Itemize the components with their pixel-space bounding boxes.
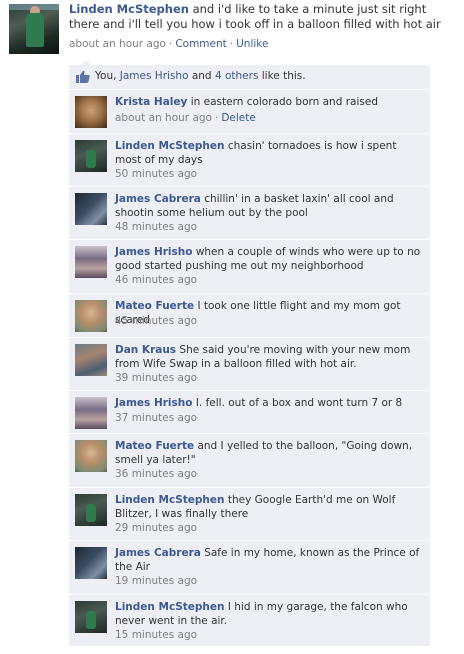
comment-item: James Cabrera chillin' in a basket laxin…: [69, 187, 430, 240]
unlike-link[interactable]: Unlike: [236, 38, 268, 50]
comment-item: Mateo Fuerte I took one little flight an…: [69, 294, 430, 338]
comment-meta: about an hour ago · Delete: [115, 112, 256, 124]
commenter-avatar[interactable]: [75, 344, 107, 376]
likes-text: You, James Hrisho and 4 others like this…: [95, 70, 306, 82]
commenter-name-link[interactable]: Linden McStephen: [115, 494, 225, 506]
likes-and: and: [191, 70, 212, 82]
comment-text: Linden McStephen chasin' tornadoes is ho…: [115, 140, 421, 167]
comment-time: 19 minutes ago: [115, 575, 198, 587]
comment-text: Mateo Fuerte and I yelled to the balloon…: [115, 440, 421, 467]
commenter-avatar[interactable]: [75, 397, 107, 429]
comment-time: about an hour ago: [115, 112, 212, 124]
comment-item: James Hrisho when a couple of winds who …: [69, 240, 430, 294]
commenter-avatar[interactable]: [75, 246, 107, 278]
commenter-name-link[interactable]: Linden McStephen: [115, 601, 225, 613]
post-meta: about an hour ago · Comment · Unlike: [69, 38, 268, 50]
commenter-name-link[interactable]: Krista Haley: [115, 96, 187, 108]
commenter-avatar[interactable]: [75, 601, 107, 633]
commenter-name-link[interactable]: Mateo Fuerte: [115, 300, 194, 312]
post-author-link[interactable]: Linden McStephen: [69, 2, 189, 16]
feedback-area: You, James Hrisho and 4 others like this…: [69, 60, 430, 647]
meta-separator: ·: [214, 112, 219, 124]
comment-text: Linden McStephen they Google Earth'd me …: [115, 494, 421, 521]
comment-text: James Cabrera chillin' in a basket laxin…: [115, 193, 421, 220]
comment-item: James Cabrera Safe in my home, known as …: [69, 541, 430, 595]
thumbs-up-icon: [76, 70, 90, 83]
commenter-avatar[interactable]: [75, 440, 107, 472]
commenter-name-link[interactable]: Mateo Fuerte: [115, 440, 194, 452]
comment-time: 48 minutes ago: [115, 221, 198, 233]
commenter-name-link[interactable]: James Hrisho: [115, 246, 192, 258]
comment-time: 29 minutes ago: [115, 522, 198, 534]
comment-time: 39 minutes ago: [115, 372, 198, 384]
meta-separator: ·: [229, 38, 234, 50]
commenter-avatar[interactable]: [75, 140, 107, 172]
commenter-name-link[interactable]: Linden McStephen: [115, 140, 225, 152]
comment-item: Dan Kraus She said you're moving with yo…: [69, 338, 430, 391]
comment-time: 15 minutes ago: [115, 629, 198, 641]
liker-link[interactable]: James Hrisho: [120, 70, 189, 82]
comment-time: 46 minutes ago: [115, 274, 198, 286]
comment-item: Mateo Fuerte and I yelled to the balloon…: [69, 434, 430, 488]
comment-time: 36 minutes ago: [115, 468, 198, 480]
commenter-name-link[interactable]: James Cabrera: [115, 547, 201, 559]
comment-item: Krista Haley in eastern colorado born an…: [69, 90, 430, 134]
post-text: Linden McStephen and i'd like to take a …: [69, 2, 459, 32]
comment-link[interactable]: Comment: [175, 38, 226, 50]
others-link[interactable]: 4 others: [215, 70, 258, 82]
comment-body: I. fell. out of a box and wont turn 7 or…: [195, 397, 403, 409]
post-time: about an hour ago: [69, 38, 166, 50]
likes-suffix: like this.: [261, 70, 306, 82]
comment-text: James Hrisho I. fell. out of a box and w…: [115, 397, 421, 411]
commenter-name-link[interactable]: Dan Kraus: [115, 344, 176, 356]
status-post: Linden McStephen and i'd like to take a …: [0, 0, 464, 60]
comment-item: James Hrisho I. fell. out of a box and w…: [69, 391, 430, 434]
comment-item: Linden McStephen I hid in my garage, the…: [69, 595, 430, 647]
likes-you: You,: [95, 70, 117, 82]
commenter-avatar[interactable]: [75, 547, 107, 579]
commenter-avatar[interactable]: [75, 494, 107, 526]
comment-text: James Cabrera Safe in my home, known as …: [115, 547, 421, 574]
commenter-name-link[interactable]: James Hrisho: [115, 397, 192, 409]
comment-item: Linden McStephen they Google Earth'd me …: [69, 488, 430, 541]
comment-time: 50 minutes ago: [115, 168, 198, 180]
comment-time: 37 minutes ago: [115, 412, 198, 424]
delete-link[interactable]: Delete: [221, 112, 256, 124]
comment-body: in eastern colorado born and raised: [190, 96, 378, 108]
commenter-avatar[interactable]: [75, 96, 107, 128]
comment-time: 45 minutes ago: [115, 315, 198, 327]
commenter-avatar[interactable]: [75, 300, 107, 332]
commenter-avatar[interactable]: [75, 193, 107, 225]
meta-separator: ·: [168, 38, 173, 50]
comment-item: Linden McStephen chasin' tornadoes is ho…: [69, 134, 430, 187]
author-avatar[interactable]: [9, 4, 59, 54]
likes-row: You, James Hrisho and 4 others like this…: [69, 65, 430, 90]
comment-text: Linden McStephen I hid in my garage, the…: [115, 601, 421, 628]
comment-text: Dan Kraus She said you're moving with yo…: [115, 344, 421, 371]
comment-text: Krista Haley in eastern colorado born an…: [115, 96, 421, 110]
comment-text: James Hrisho when a couple of winds who …: [115, 246, 421, 273]
commenter-name-link[interactable]: James Cabrera: [115, 193, 201, 205]
